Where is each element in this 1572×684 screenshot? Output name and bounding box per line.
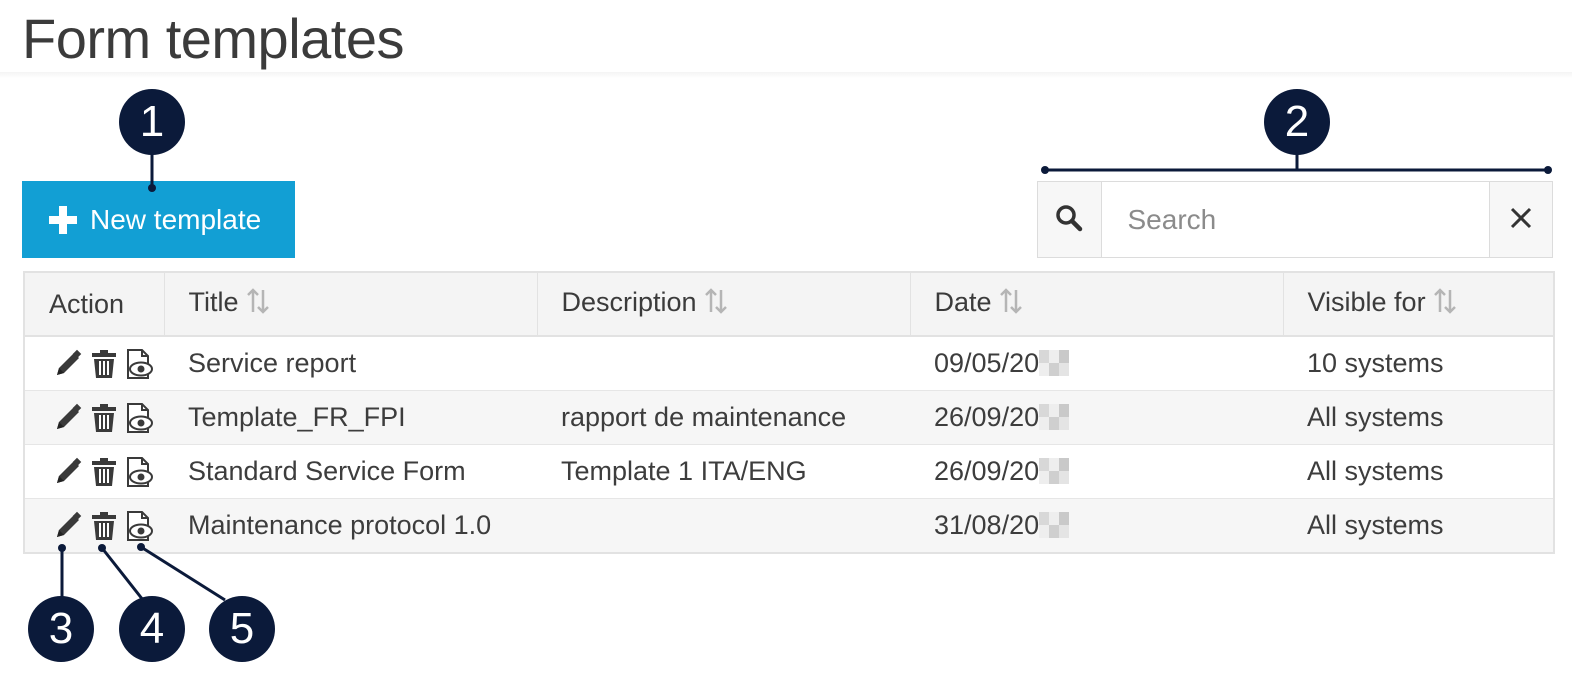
cell-visible-for: All systems (1283, 444, 1554, 499)
search-button[interactable] (1038, 182, 1102, 257)
new-template-button[interactable]: New template (22, 181, 295, 258)
search-group (1037, 181, 1553, 258)
row-actions (24, 390, 164, 445)
clear-search-button[interactable] (1488, 182, 1552, 257)
callout-2: 2 (1264, 89, 1330, 155)
trash-icon[interactable] (89, 510, 119, 542)
redacted-digits (1039, 350, 1070, 376)
cell-title: Service report (164, 336, 537, 391)
callout-4: 4 (119, 596, 185, 662)
search-icon (1054, 203, 1084, 236)
redacted-digits (1039, 458, 1070, 484)
cell-visible-for: 10 systems (1283, 336, 1554, 391)
sort-icon[interactable] (999, 288, 1022, 321)
cell-description: Template 1 ITA/ENG (537, 444, 910, 499)
sort-icon[interactable] (1433, 288, 1456, 321)
cell-title: Template_FR_FPI (164, 390, 537, 445)
sort-icon[interactable] (704, 288, 727, 321)
trash-icon[interactable] (89, 402, 119, 434)
title-divider (0, 72, 1572, 78)
trash-icon[interactable] (89, 456, 119, 488)
column-header-description[interactable]: Description (537, 272, 911, 337)
pencil-icon[interactable] (53, 510, 83, 542)
preview-icon[interactable] (125, 510, 155, 542)
callout-3: 3 (28, 596, 94, 662)
plus-icon (48, 205, 78, 235)
callout-5: 5 (209, 596, 275, 662)
table-row: Template_FR_FPI rapport de maintenance 2… (24, 390, 1554, 445)
redacted-digits (1039, 404, 1070, 430)
pencil-icon[interactable] (53, 456, 83, 488)
cell-visible-for: All systems (1283, 498, 1554, 554)
cell-date: 09/05/20 (910, 336, 1283, 391)
column-header-title[interactable]: Title (164, 272, 538, 337)
row-actions (24, 336, 164, 391)
search-input[interactable] (1101, 182, 1489, 257)
pencil-icon[interactable] (53, 348, 83, 380)
preview-icon[interactable] (125, 402, 155, 434)
trash-icon[interactable] (89, 348, 119, 380)
templates-table: Action Title Description Date Visible fo… (23, 271, 1555, 554)
cell-visible-for: All systems (1283, 390, 1554, 445)
cell-date: 31/08/20 (910, 498, 1283, 554)
column-header-action: Action (24, 272, 165, 337)
preview-icon[interactable] (125, 348, 155, 380)
cell-title: Standard Service Form (164, 444, 537, 499)
cell-description (537, 336, 910, 391)
table-row: Maintenance protocol 1.0 31/08/20 All sy… (24, 498, 1554, 554)
cell-description (537, 498, 910, 554)
callout-1: 1 (119, 89, 185, 155)
table-row: Service report 09/05/20 10 systems (24, 336, 1554, 391)
page-title: Form templates (22, 7, 405, 70)
row-actions (24, 444, 164, 499)
preview-icon[interactable] (125, 456, 155, 488)
close-icon (1509, 206, 1533, 233)
new-template-label: New template (90, 203, 262, 235)
row-actions (24, 498, 164, 554)
redacted-digits (1039, 512, 1070, 538)
table-row: Standard Service Form Template 1 ITA/ENG… (24, 444, 1554, 499)
cell-title: Maintenance protocol 1.0 (164, 498, 537, 554)
cell-date: 26/09/20 (910, 390, 1283, 445)
column-header-date[interactable]: Date (910, 272, 1284, 337)
sort-icon[interactable] (246, 288, 269, 321)
cell-date: 26/09/20 (910, 444, 1283, 499)
pencil-icon[interactable] (53, 402, 83, 434)
cell-description: rapport de maintenance (537, 390, 910, 445)
column-header-visible-for[interactable]: Visible for (1283, 272, 1554, 337)
table-header-row: Action Title Description Date Visible fo… (24, 272, 1554, 337)
